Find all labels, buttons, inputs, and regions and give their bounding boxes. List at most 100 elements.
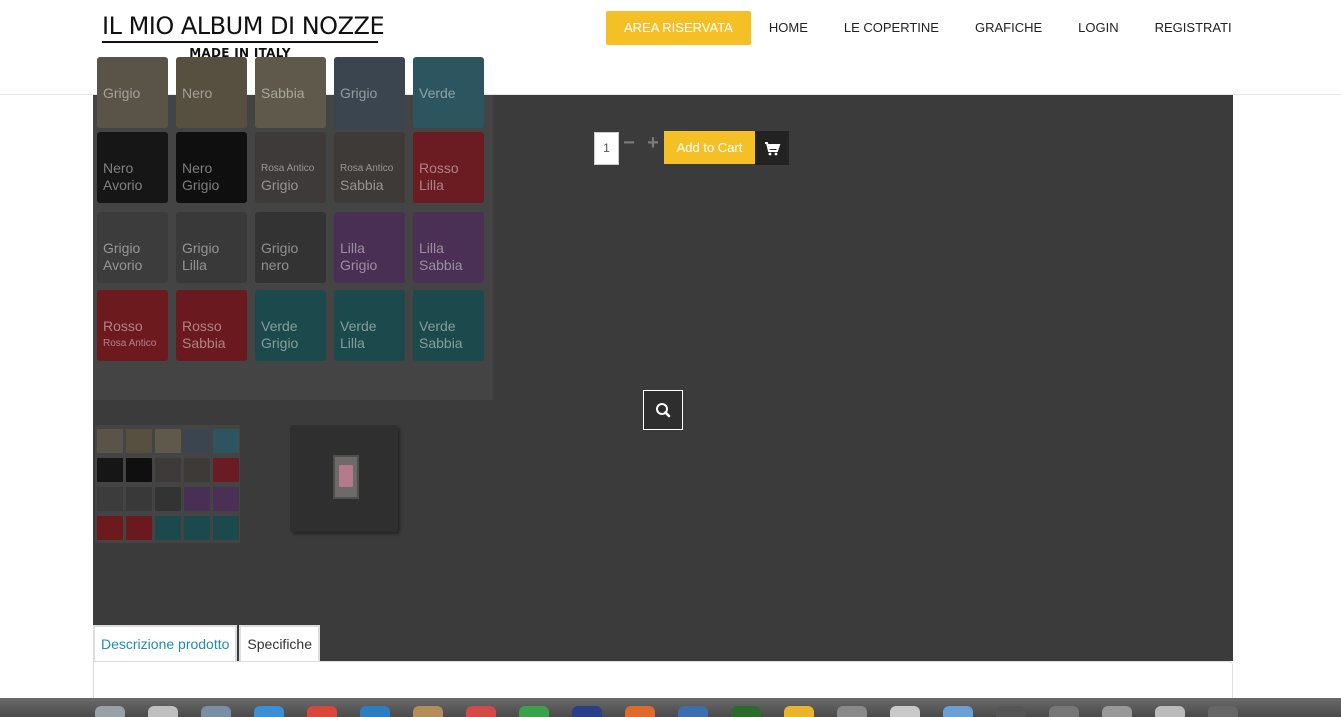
swatch-label: Avorio <box>103 177 143 193</box>
color-swatch: Rosso Lilla <box>413 132 484 203</box>
swatch-label: Grigio <box>261 177 299 193</box>
thumbnail-swatch <box>97 487 123 511</box>
nav-login[interactable]: LOGIN <box>1060 11 1136 45</box>
cart-button[interactable] <box>755 131 789 165</box>
nav-area-riservata[interactable]: AREA RISERVATA <box>606 11 751 45</box>
swatch-label: Sabbia <box>261 85 305 101</box>
thumbnail-swatch <box>97 429 123 453</box>
swatch-label: Rosso <box>419 160 459 176</box>
quantity-input[interactable]: 1 <box>594 132 619 165</box>
color-swatch: Sabbia <box>255 57 326 128</box>
swatch-label: Verde <box>419 85 456 101</box>
thumbnail-album[interactable] <box>290 425 398 532</box>
swatch-label: Lilla <box>419 240 444 256</box>
dock-app-icon <box>837 706 867 717</box>
dock-app-icon <box>943 706 973 717</box>
color-swatch: Rosso Sabbia <box>176 290 247 361</box>
dock-app-icon <box>201 706 231 717</box>
swatch-label: Rosa Antico <box>261 163 315 174</box>
dock-app-icon <box>572 706 602 717</box>
color-swatch: Grigio Lilla <box>176 212 247 283</box>
logo-title: IL MIO ALBUM DI NOZZE <box>102 12 385 43</box>
dock-app-icon <box>731 706 761 717</box>
swatch-label: Sabbia <box>419 335 463 351</box>
thumbnail-swatch <box>155 429 181 453</box>
color-swatch: Nero <box>176 57 247 128</box>
thumbnail-swatch <box>184 516 210 540</box>
cart-icon <box>765 142 781 156</box>
swatch-label: Sabbia <box>340 177 384 193</box>
nav-registrati[interactable]: REGISTRATI <box>1137 11 1250 45</box>
tab-specifiche[interactable]: Specifiche <box>239 625 320 661</box>
dock-app-icon <box>95 706 125 717</box>
color-swatch: Nero Grigio <box>176 132 247 203</box>
thumbnail-swatch <box>97 458 123 482</box>
swatch-label: Grigio <box>182 240 220 256</box>
dock-app-icon <box>784 706 814 717</box>
thumbnail-swatch <box>126 458 152 482</box>
thumbnail-swatches[interactable] <box>95 425 240 543</box>
dock-app-icon <box>890 706 920 717</box>
swatch-label: Verde <box>419 318 456 334</box>
swatch-label: Verde <box>261 318 298 334</box>
nav-le-copertine[interactable]: LE COPERTINE <box>826 11 957 45</box>
dock-app-icon <box>148 706 178 717</box>
swatch-label: Sabbia <box>182 335 226 351</box>
swatch-label: Grigio <box>103 85 141 101</box>
dock-app-icon <box>1155 706 1185 717</box>
swatch-label: Grigio <box>182 177 220 193</box>
zoom-button[interactable] <box>643 390 683 430</box>
dock-app-icon <box>1208 706 1238 717</box>
main-nav: AREA RISERVATA HOME LE COPERTINE GRAFICH… <box>606 11 1250 45</box>
thumbnail-swatch <box>184 429 210 453</box>
nav-grafiche[interactable]: GRAFICHE <box>957 11 1060 45</box>
swatch-label: Rosa Antico <box>103 338 157 349</box>
album-cover-window <box>333 455 359 499</box>
swatch-label: nero <box>261 257 290 273</box>
swatch-label: Rosso <box>182 318 222 334</box>
color-swatch: Verde Lilla <box>334 290 405 361</box>
thumbnail-swatch <box>155 458 181 482</box>
color-swatch: Lilla Grigio <box>334 212 405 283</box>
product-main-image[interactable]: Grigio Nero Sabbia Grigio Verde Nero Avorio Ner… <box>93 57 493 400</box>
thumbnail-swatch <box>126 487 152 511</box>
thumbnail-swatch <box>126 429 152 453</box>
site-logo[interactable]: IL MIO ALBUM DI NOZZE MADE IN ITALY <box>102 12 385 60</box>
dock-app-icon <box>1102 706 1132 717</box>
thumbnail-swatch <box>213 458 239 482</box>
album-photo <box>339 465 353 487</box>
thumbnail-swatch <box>184 458 210 482</box>
swatch-label: Rosso <box>103 318 143 334</box>
dock-app-icon <box>466 706 496 717</box>
swatch-label: Lilla <box>340 335 365 351</box>
swatch-label: Lilla <box>182 257 207 273</box>
thumbnail-swatch <box>213 487 239 511</box>
dock-app-icon <box>625 706 655 717</box>
color-swatch: Nero Avorio <box>97 132 168 203</box>
dock-app-icon <box>996 706 1026 717</box>
dock-app-icon <box>360 706 390 717</box>
color-swatch: Grigio Avorio <box>97 212 168 283</box>
color-swatch: Grigio nero <box>255 212 326 283</box>
quantity-plus-button[interactable]: + <box>645 133 661 153</box>
swatch-label: Rosa Antico <box>340 163 394 174</box>
color-swatch: Lilla Sabbia <box>413 212 484 283</box>
thumbnail-swatch <box>97 516 123 540</box>
nav-home[interactable]: HOME <box>751 11 826 45</box>
tab-descrizione-prodotto[interactable]: Descrizione prodotto <box>93 625 238 661</box>
color-swatch: Rosso Rosa Antico <box>97 290 168 361</box>
quantity-minus-button[interactable]: − <box>621 133 637 153</box>
os-dock <box>0 698 1341 717</box>
swatch-label: Nero <box>182 85 213 101</box>
color-swatch: Rosa Antico Sabbia <box>334 132 405 203</box>
search-icon <box>656 403 671 418</box>
swatch-label: Nero <box>103 160 134 176</box>
swatch-label: Lilla <box>419 177 444 193</box>
color-swatch: Grigio <box>97 57 168 128</box>
color-swatch: Rosa Antico Grigio <box>255 132 326 203</box>
dock-app-icon <box>519 706 549 717</box>
swatch-label: Grigio <box>103 240 141 256</box>
dock-app-icon <box>254 706 284 717</box>
add-to-cart-button[interactable]: Add to Cart <box>664 131 755 164</box>
swatch-label: Nero <box>182 160 213 176</box>
